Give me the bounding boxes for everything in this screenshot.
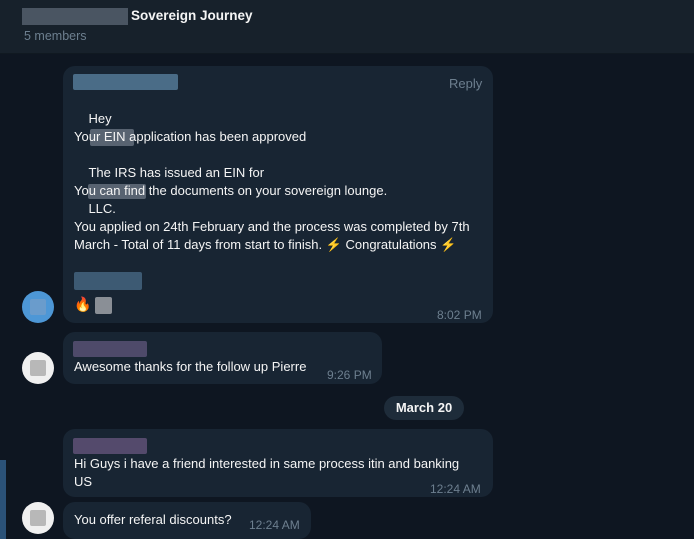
- date-divider: March 20: [384, 396, 464, 420]
- redacted-avatar-image: [30, 360, 46, 376]
- member-count: 5 members: [24, 29, 87, 43]
- message-bubble[interactable]: Awesome thanks for the follow up Pierre …: [63, 332, 382, 384]
- message-time: 9:26 PM: [327, 368, 372, 382]
- avatar[interactable]: [22, 291, 54, 323]
- message-bubble[interactable]: You offer referal discounts? 12:24 AM: [63, 502, 311, 539]
- greeting-text: Hey: [88, 111, 112, 126]
- avatar[interactable]: [22, 502, 54, 534]
- redacted-sender-name: [73, 438, 147, 454]
- chat-header[interactable]: Sovereign Journey 5 members: [0, 0, 694, 54]
- message-line: Hi Guys i have a friend interested in sa…: [74, 456, 460, 471]
- message-bubble[interactable]: Reply Hey Your EIN application has been …: [63, 66, 493, 323]
- chat-title: Sovereign Journey: [131, 8, 253, 23]
- redacted-sender-name: [73, 341, 147, 357]
- redacted-avatar-image: [30, 510, 46, 526]
- redacted-signature: [74, 272, 142, 290]
- fire-icon: 🔥: [74, 296, 92, 312]
- message-line: You applied on 24th February and the pro…: [74, 219, 470, 234]
- reaction-badge[interactable]: 🔥: [74, 295, 113, 317]
- redacted-avatar-image: [30, 299, 46, 315]
- message-line: March - Total of 11 days from start to f…: [74, 237, 457, 252]
- message-line: US: [74, 474, 93, 489]
- message-line: Your EIN application has been approved: [74, 129, 307, 144]
- message-bubble[interactable]: Hi Guys i have a friend interested in sa…: [63, 429, 493, 497]
- message-time: 12:24 AM: [249, 518, 300, 532]
- message-line-part: LLC.: [88, 201, 116, 216]
- message-time: 12:24 AM: [430, 482, 481, 496]
- message-text: Awesome thanks for the follow up Pierre: [74, 359, 307, 374]
- message-line-part: The IRS has issued an EIN for: [88, 165, 265, 180]
- redacted-reactor-avatar: [95, 297, 113, 315]
- reply-button[interactable]: Reply: [449, 75, 482, 93]
- message-text: You offer referal discounts?: [74, 512, 232, 527]
- avatar[interactable]: [22, 352, 54, 384]
- message-line: You can find the documents on your sover…: [74, 183, 388, 198]
- message-time: 8:02 PM: [437, 308, 482, 322]
- redacted-sender-name: [73, 74, 178, 90]
- scroll-indicator: [0, 460, 6, 539]
- redacted-group-name: [22, 8, 128, 25]
